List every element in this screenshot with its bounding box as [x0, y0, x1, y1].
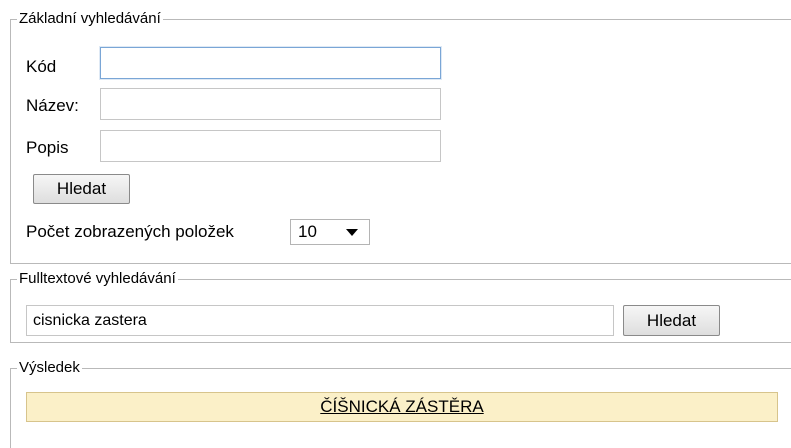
fulltext-search-input[interactable]: [26, 305, 614, 336]
fulltext-search-button[interactable]: Hledat: [623, 305, 720, 336]
chevron-down-icon: [346, 229, 358, 236]
name-input[interactable]: [100, 88, 441, 120]
name-label: Název:: [26, 96, 79, 115]
result-item: ČÍŠNICKÁ ZÁSTĚRA: [26, 392, 778, 422]
fulltext-search-legend: Fulltextové vyhledávání: [17, 270, 178, 288]
result-legend: Výsledek: [17, 359, 82, 377]
basic-search-button[interactable]: Hledat: [33, 174, 130, 204]
result-item-link[interactable]: ČÍŠNICKÁ ZÁSTĚRA: [320, 397, 483, 417]
basic-search-legend: Základní vyhledávání: [17, 10, 163, 28]
page-size-label: Počet zobrazených položek: [26, 222, 234, 241]
code-input[interactable]: [100, 47, 441, 79]
page-size-value: 10: [298, 222, 317, 241]
code-label: Kód: [26, 57, 57, 76]
page-size-select[interactable]: 10: [290, 219, 370, 245]
description-label: Popis: [26, 138, 69, 157]
description-input[interactable]: [100, 130, 441, 162]
